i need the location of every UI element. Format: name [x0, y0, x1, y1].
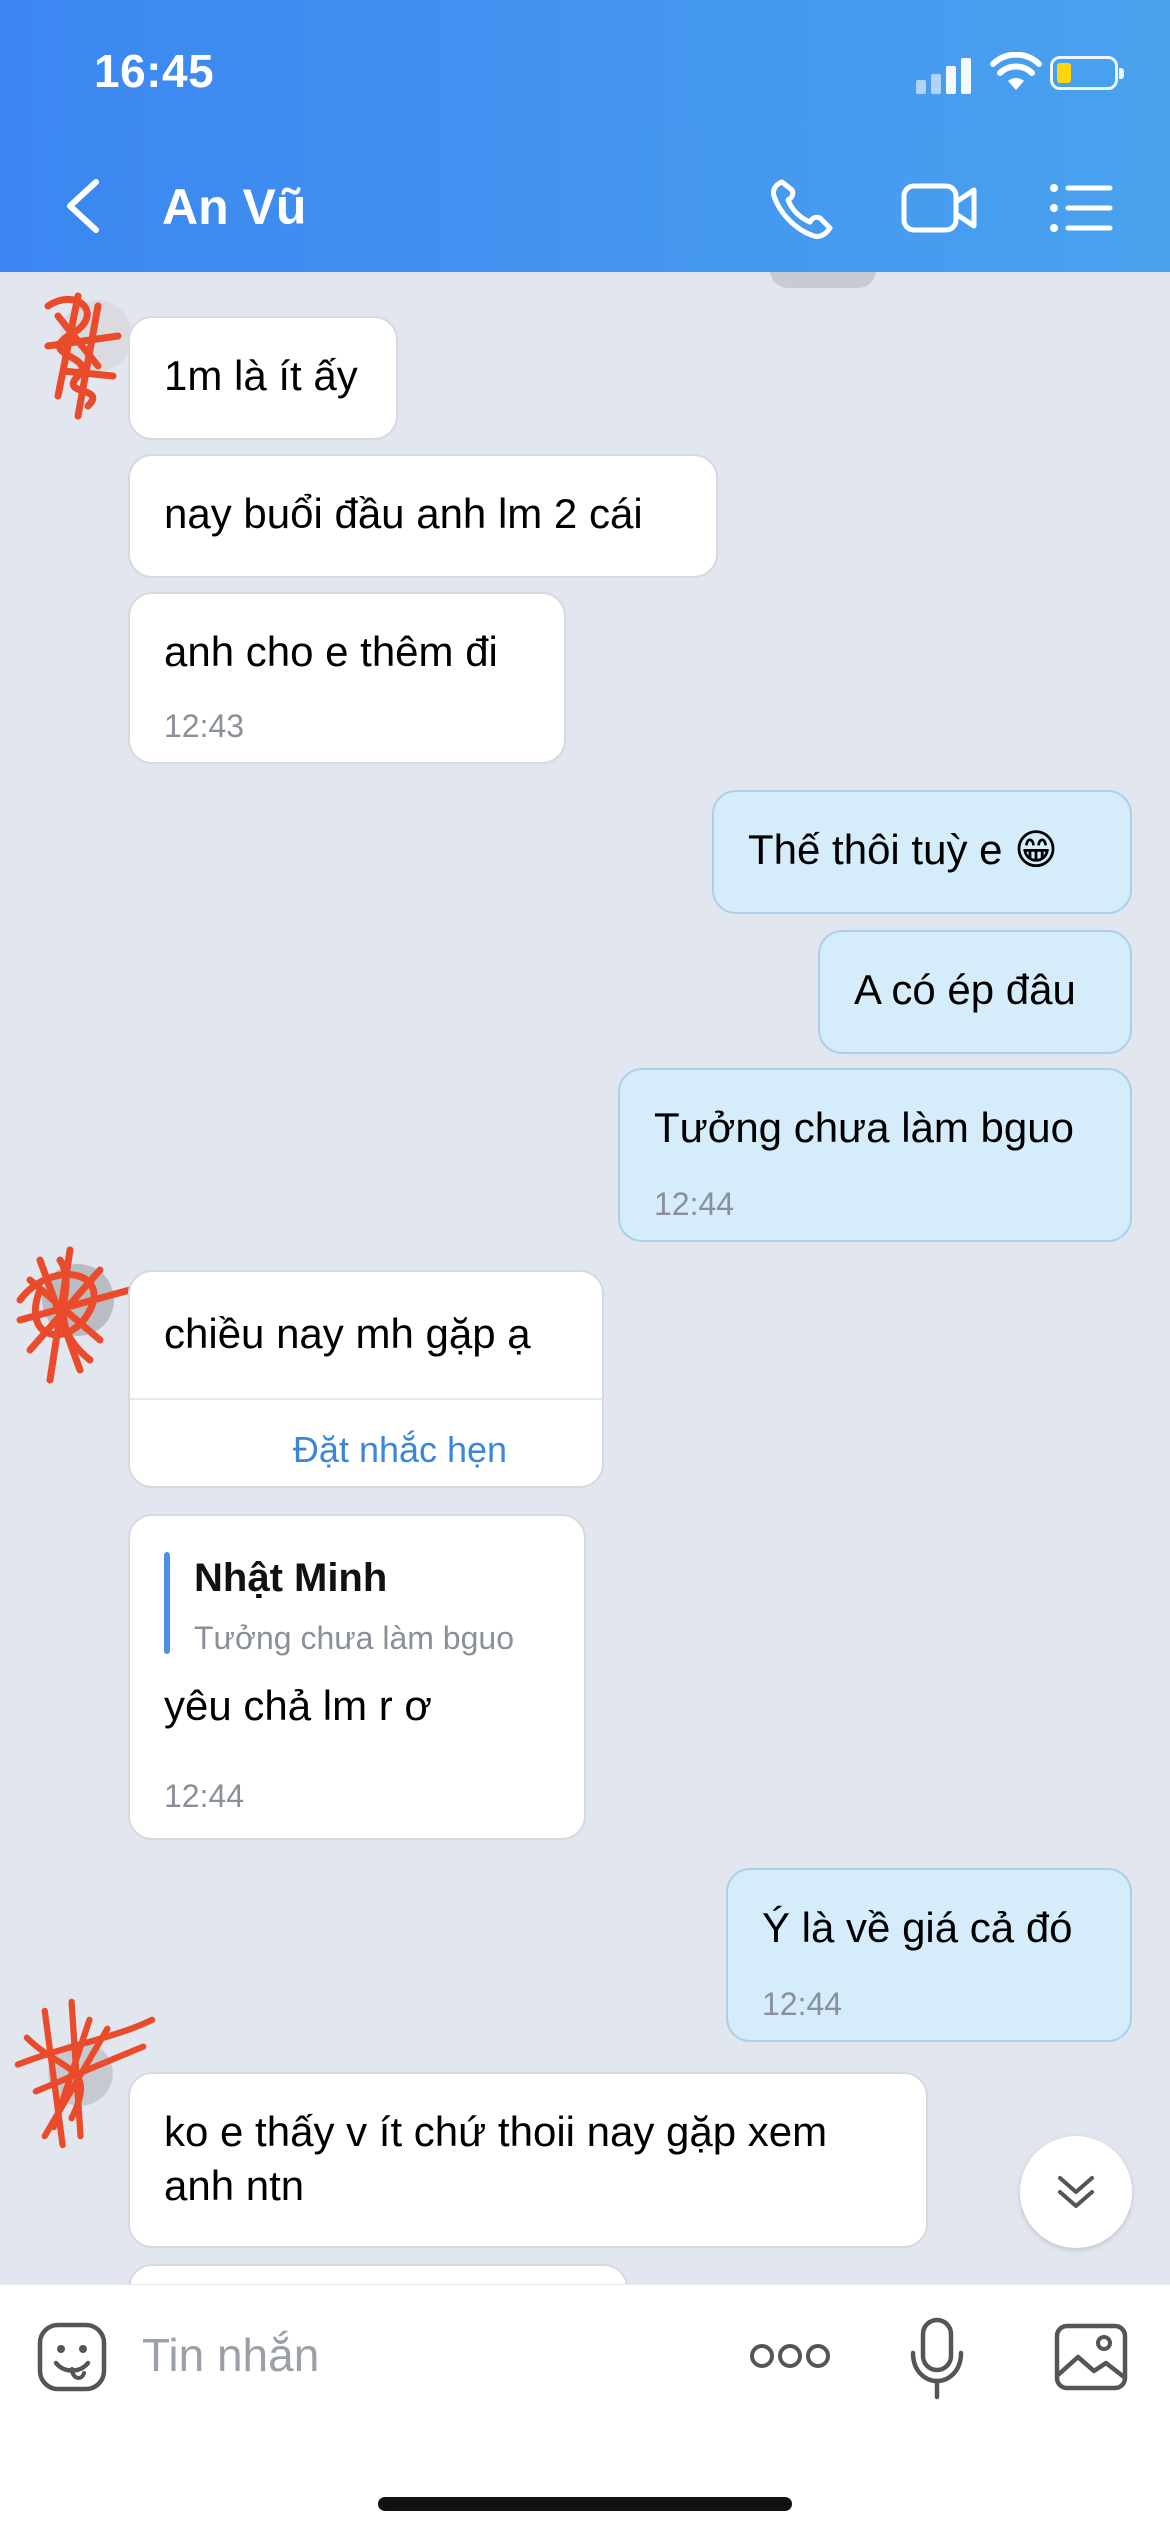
incoming-message[interactable]: chiều nay mh gặp ạ Đặt nhắc hẹn	[128, 1270, 604, 1488]
cellular-signal-icon	[916, 58, 972, 94]
scroll-indicator	[770, 272, 876, 288]
more-options-icon[interactable]	[748, 2331, 832, 2381]
message-time: 12:44	[164, 1778, 245, 1814]
menu-list-icon[interactable]	[1046, 176, 1114, 240]
scroll-to-bottom-icon[interactable]	[1020, 2136, 1132, 2248]
sticker-icon[interactable]	[36, 2321, 108, 2393]
message-time: 12:43	[164, 708, 245, 744]
set-reminder-link[interactable]: Đặt nhắc hẹn	[164, 1422, 636, 1478]
microphone-icon[interactable]	[908, 2317, 966, 2401]
status-time: 16:45	[94, 45, 215, 97]
outgoing-message[interactable]: Ý là về giá cả đó 12:44	[726, 1868, 1132, 2042]
incoming-message[interactable]: 1m là ít ấy	[128, 316, 398, 440]
divider	[130, 1398, 602, 1400]
outgoing-message[interactable]: Tưởng chưa làm bguo 12:44	[618, 1068, 1132, 1242]
message-time: 12:44	[654, 1186, 735, 1222]
phone-call-icon[interactable]	[768, 176, 838, 240]
message-input[interactable]	[142, 2315, 702, 2395]
message-list[interactable]: 1m là ít ấy nay buổi đầu anh lm 2 cái an…	[0, 272, 1170, 2284]
quote-bar	[164, 1552, 170, 1654]
message-composer	[0, 2284, 1170, 2532]
incoming-message[interactable]: anh cho e thêm đi 12:43	[128, 592, 566, 764]
back-icon[interactable]	[60, 176, 110, 236]
reply-message[interactable]: Nhật Minh Tưởng chưa làm bguo yêu chả lm…	[128, 1514, 586, 1840]
chat-header: 16:45 An Vũ	[0, 0, 1170, 272]
quoted-text: Tưởng chưa làm bguo	[194, 1620, 514, 1656]
wifi-icon	[990, 52, 1042, 90]
quoted-sender: Nhật Minh	[194, 1556, 388, 1600]
message-time: 12:44	[762, 1986, 843, 2022]
incoming-message[interactable]: nay buổi đầu anh lm 2 cái	[128, 454, 718, 578]
incoming-message[interactable]: ko e thấy v ít chứ thoii nay gặp xem anh…	[128, 2072, 928, 2248]
home-indicator	[378, 2497, 792, 2511]
incoming-message[interactable]	[128, 2264, 628, 2284]
image-gallery-icon[interactable]	[1054, 2323, 1128, 2391]
outgoing-message[interactable]: A có ép đâu	[818, 930, 1132, 1054]
battery-icon	[1050, 56, 1124, 90]
chat-title[interactable]: An Vũ	[162, 178, 306, 236]
video-call-icon[interactable]	[900, 176, 980, 240]
outgoing-message[interactable]: Thế thôi tuỳ e 😁	[712, 790, 1132, 914]
